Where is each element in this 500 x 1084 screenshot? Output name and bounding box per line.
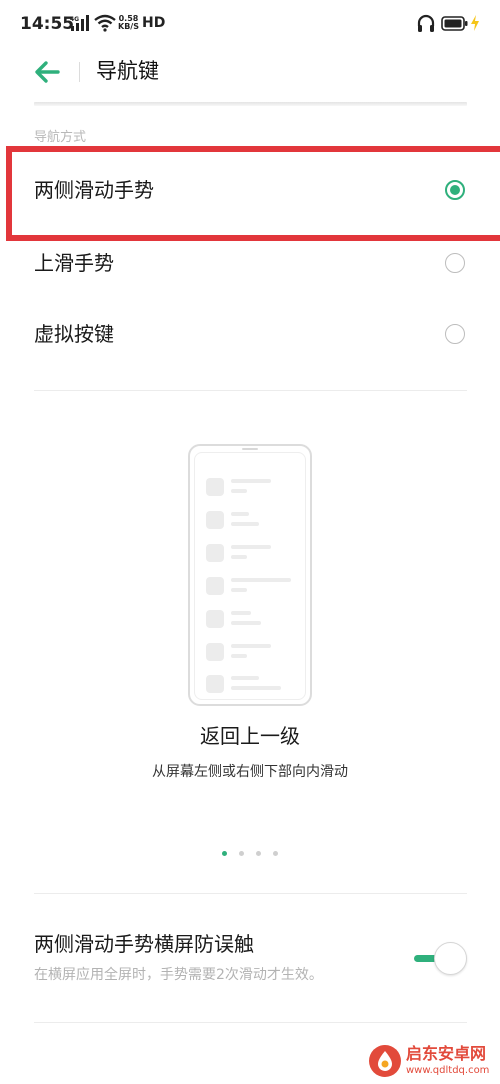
wifi-icon [94, 14, 116, 32]
speed-unit: KB/S [118, 22, 139, 31]
headset-icon [417, 14, 435, 32]
landscape-protection-toggle[interactable] [412, 942, 468, 976]
placeholder-line [231, 555, 247, 559]
status-time: 14:55 [20, 14, 75, 34]
page-dot[interactable] [239, 851, 244, 856]
toggle-knob[interactable] [434, 942, 467, 975]
placeholder-icon [206, 511, 224, 529]
site-watermark: 启东安卓网 www.qdltdq.com [368, 1042, 498, 1082]
page-dot[interactable] [273, 851, 278, 856]
setting-description: 在横屏应用全屏时，手势需要2次滑动才生效。 [34, 967, 323, 983]
gesture-caption-subtitle: 从屏幕左侧或右侧下部向内滑动 [152, 764, 348, 780]
header-divider [79, 62, 80, 82]
placeholder-icon [206, 675, 224, 693]
page-indicator[interactable] [220, 851, 280, 859]
header-shadow [34, 102, 467, 106]
charging-icon [471, 15, 479, 31]
placeholder-line [231, 644, 271, 648]
back-button[interactable] [30, 56, 66, 88]
hd-badge: HD [142, 15, 166, 31]
gesture-illustration-phone [188, 444, 312, 706]
status-bar: 14:55 4G 0.58 KB/S HD [0, 0, 500, 48]
placeholder-line [231, 522, 259, 526]
option-label: 虚拟按键 [34, 322, 114, 346]
setting-title: 两侧滑动手势横屏防误触 [34, 932, 254, 956]
placeholder-icon [206, 478, 224, 496]
phone-notch [242, 448, 258, 450]
network-speed: 0.58 KB/S [118, 15, 139, 31]
page-dot[interactable] [256, 851, 261, 856]
section-divider [34, 893, 467, 894]
placeholder-line [231, 489, 247, 493]
watermark-logo-icon [369, 1045, 401, 1077]
placeholder-icon [206, 544, 224, 562]
placeholder-line [231, 686, 281, 690]
section-label-navigation-mode: 导航方式 [34, 130, 87, 145]
signal-icon: 4G [70, 15, 89, 31]
placeholder-line [231, 588, 247, 592]
section-divider [34, 390, 467, 391]
highlight-annotation-box [6, 146, 500, 241]
placeholder-line [231, 611, 251, 615]
network-type-label: 4G [70, 16, 79, 23]
placeholder-line [231, 676, 259, 680]
placeholder-line [231, 512, 249, 516]
page-dot-active[interactable] [222, 851, 227, 856]
page-title: 导航键 [96, 59, 159, 83]
phone-screen [194, 452, 306, 700]
placeholder-line [231, 578, 291, 582]
placeholder-line [231, 479, 271, 483]
placeholder-icon [206, 643, 224, 661]
radio-unselected[interactable] [445, 253, 465, 273]
placeholder-line [231, 621, 261, 625]
watermark-name: 启东安卓网 [406, 1044, 487, 1063]
placeholder-icon [206, 577, 224, 595]
placeholder-icon [206, 610, 224, 628]
placeholder-line [231, 545, 271, 549]
radio-unselected[interactable] [445, 324, 465, 344]
battery-icon [441, 16, 468, 31]
option-virtual-keys[interactable]: 虚拟按键 [0, 302, 500, 366]
section-divider [34, 1022, 467, 1023]
placeholder-line [231, 654, 247, 658]
back-arrow-icon [35, 61, 60, 83]
gesture-caption-title: 返回上一级 [200, 724, 300, 748]
watermark-url: www.qdltdq.com [406, 1065, 490, 1076]
